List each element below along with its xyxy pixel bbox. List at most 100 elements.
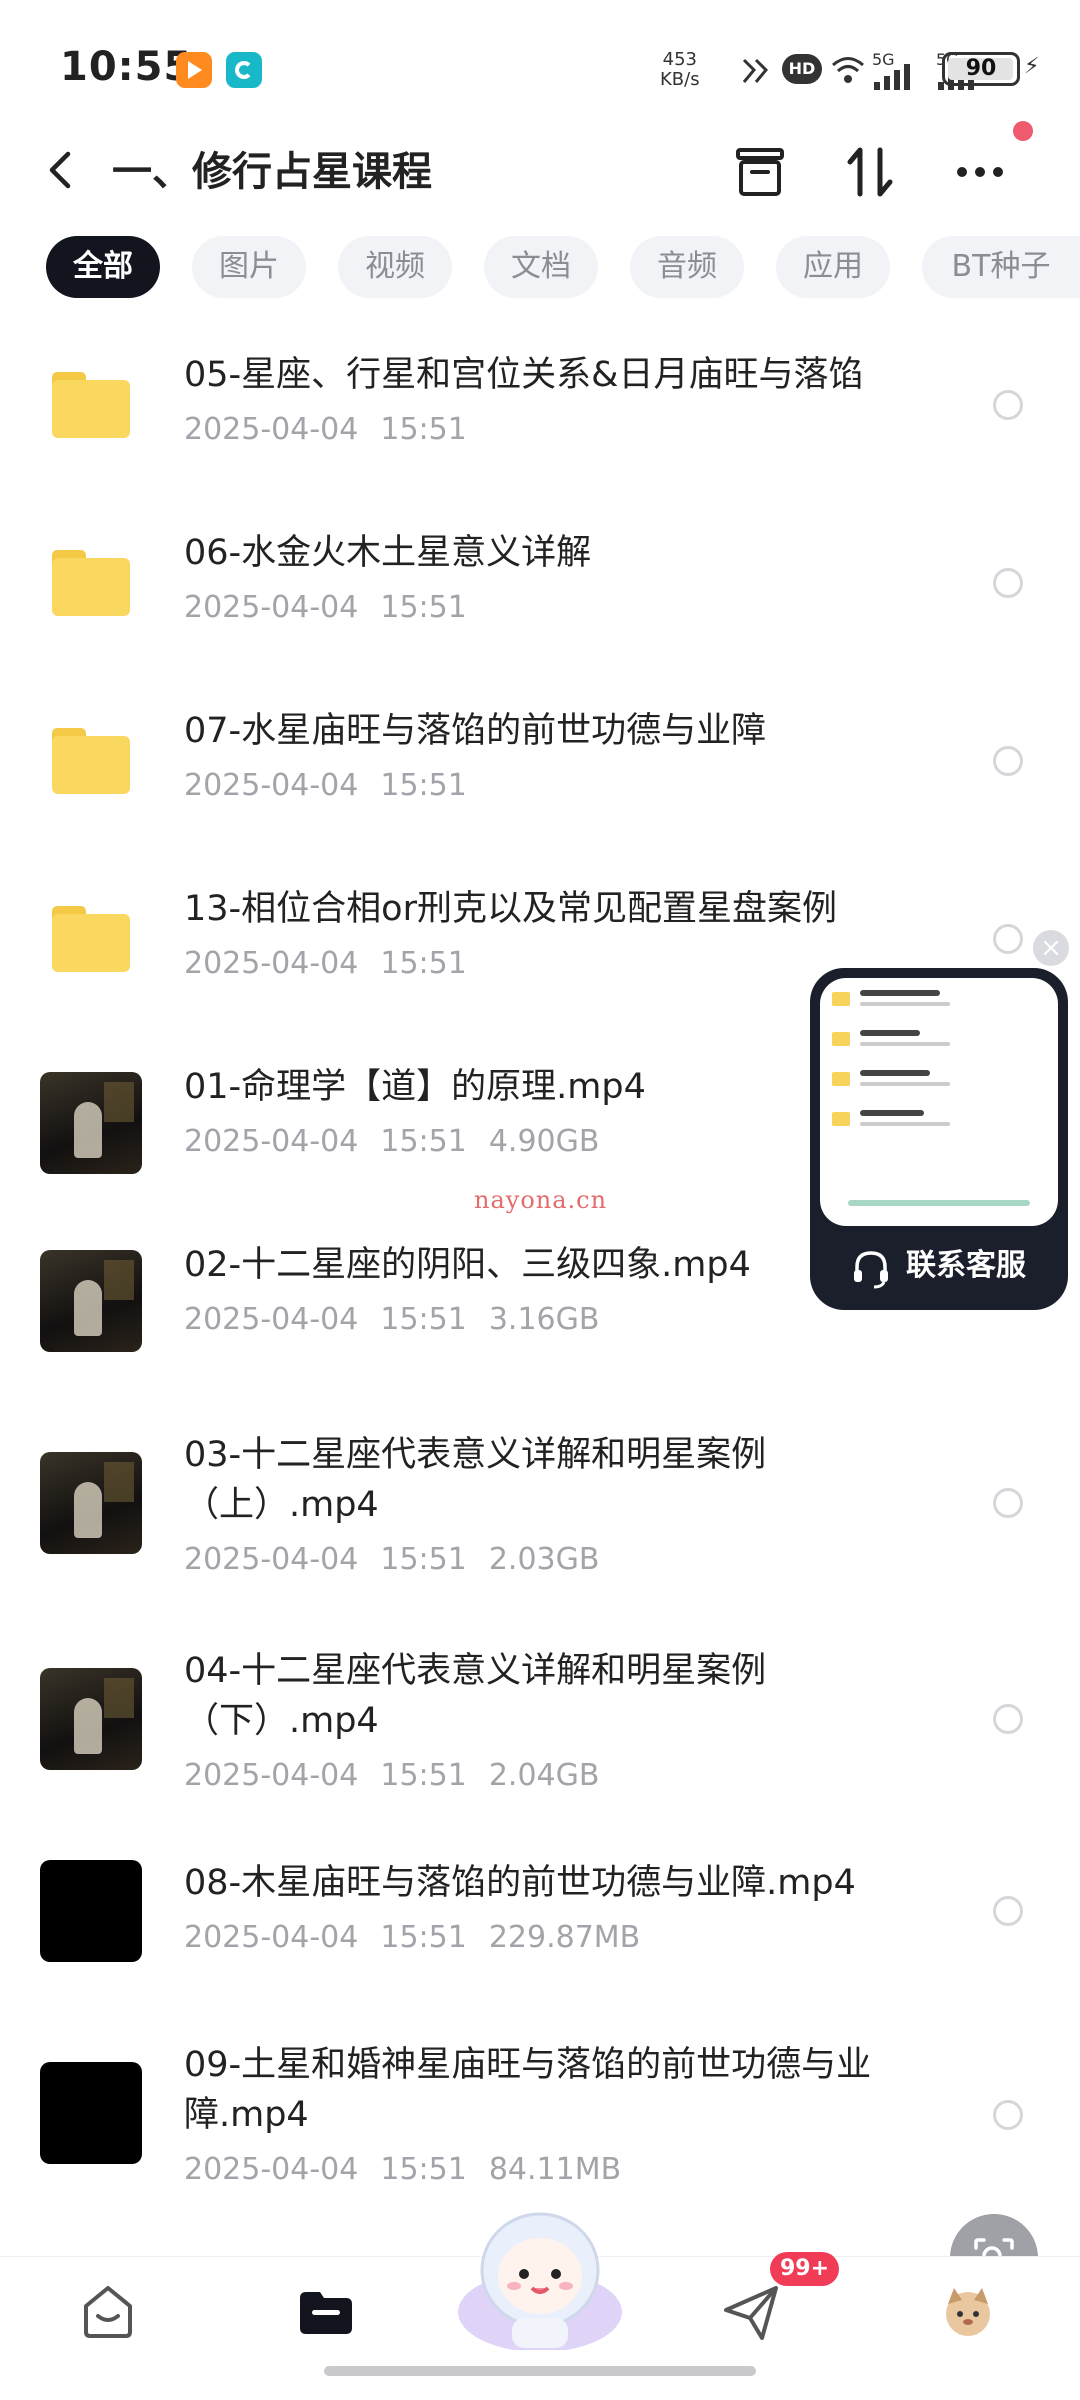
customer-service-widget[interactable]: 联系客服 xyxy=(810,968,1068,1310)
folder-icon xyxy=(52,728,130,794)
video-thumbnail xyxy=(40,2062,142,2164)
tab-documents[interactable]: 文档 xyxy=(484,236,598,298)
video-thumbnail xyxy=(40,1452,142,1554)
file-time: 15:51 xyxy=(380,768,467,803)
message-badge: 99+ xyxy=(770,2252,840,2286)
select-radio[interactable] xyxy=(993,390,1023,420)
net-speed: 453 KB/s xyxy=(660,50,700,90)
hd-icon: HD xyxy=(782,54,822,84)
file-time: 15:51 xyxy=(380,412,467,447)
file-date: 2025-04-04 xyxy=(184,412,359,447)
list-item[interactable]: 08-木星庙旺与落馅的前世功德与业障.mp4 2025-04-04 15:51 22… xyxy=(0,1840,1080,2030)
file-name: 06-水金火木土星意义详解 xyxy=(184,533,592,573)
headset-icon xyxy=(854,1251,888,1289)
file-date: 2025-04-04 xyxy=(184,768,359,803)
file-meta: 2025-04-04 15:51 2.04GB xyxy=(184,1756,621,1796)
tab-all[interactable]: 全部 xyxy=(46,236,160,298)
file-meta: 2025-04-04 15:51 4.90GB xyxy=(184,1122,621,1162)
video-thumbnail xyxy=(40,1860,142,1962)
file-name: 09-土星和婚神星庙旺与落馅的前世功德与业障.mp4 xyxy=(184,2045,872,2135)
file-name: 03-十二星座代表意义详解和明星案例（上）.mp4 xyxy=(184,1435,767,1525)
file-time: 15:51 xyxy=(380,590,467,625)
folder-icon xyxy=(52,372,130,438)
file-meta: 2025-04-04 15:51 2.03GB xyxy=(184,1540,621,1580)
file-meta: 2025-04-04 15:51 xyxy=(184,588,489,628)
file-date: 2025-04-04 xyxy=(184,946,359,981)
select-radio[interactable] xyxy=(993,568,1023,598)
nfc-icon xyxy=(742,58,769,83)
file-meta: 2025-04-04 15:51 xyxy=(184,766,489,806)
select-radio[interactable] xyxy=(993,1488,1023,1518)
video-thumbnail xyxy=(40,1668,142,1770)
signal-bars-1-icon xyxy=(874,64,910,90)
file-name: 04-十二星座代表意义详解和明星案例（下）.mp4 xyxy=(184,1651,767,1741)
video-app-icon xyxy=(176,52,212,88)
select-radio[interactable] xyxy=(993,1896,1023,1926)
notification-dot xyxy=(1013,121,1033,141)
tab-images[interactable]: 图片 xyxy=(192,236,306,298)
tab-bt-torrents[interactable]: BT种子 xyxy=(922,236,1080,298)
page-title: 一、修行占星课程 xyxy=(112,149,432,195)
folder-icon xyxy=(52,550,130,616)
file-date: 2025-04-04 xyxy=(184,590,359,625)
file-time: 15:51 xyxy=(380,1920,467,1955)
select-radio[interactable] xyxy=(993,2100,1023,2130)
back-icon[interactable] xyxy=(40,148,84,192)
home-icon[interactable] xyxy=(72,2276,144,2348)
tab-apps[interactable]: 应用 xyxy=(776,236,890,298)
wifi-icon xyxy=(832,57,864,83)
file-time: 15:51 xyxy=(380,1302,467,1337)
net-speed-value: 453 xyxy=(662,49,697,70)
tab-videos[interactable]: 视频 xyxy=(338,236,452,298)
file-size: 2.04GB xyxy=(488,1758,600,1793)
charging-icon: ⚡ xyxy=(1024,54,1040,79)
folder-icon xyxy=(52,906,130,972)
list-item[interactable]: 04-十二星座代表意义详解和明星案例（下）.mp4 2025-04-04 15:5… xyxy=(0,1624,1080,1840)
battery-level: 90 xyxy=(965,56,997,81)
file-meta: 2025-04-04 15:51 xyxy=(184,410,489,450)
file-size: 229.87MB xyxy=(488,1920,641,1955)
file-size: 3.16GB xyxy=(488,1302,600,1337)
file-time: 15:51 xyxy=(380,1542,467,1577)
file-time: 15:51 xyxy=(380,1758,467,1793)
video-thumbnail xyxy=(40,1250,142,1352)
avatar[interactable] xyxy=(932,2276,1004,2348)
page: 10:55 453 KB/s HD 5G 5G 90 ⚡ 一、修行占星课程 全部… xyxy=(0,0,1080,2400)
sort-icon[interactable] xyxy=(838,140,902,204)
list-item[interactable]: 03-十二星座代表意义详解和明星案例（上）.mp4 2025-04-04 15:5… xyxy=(0,1408,1080,1624)
file-time: 15:51 xyxy=(380,2152,467,2187)
list-item[interactable]: 07-水星庙旺与落馅的前世功德与业障 2025-04-04 15:51 xyxy=(0,696,1080,874)
file-name: 13-相位合相or刑克以及常见配置星盘案例 xyxy=(184,889,837,929)
list-item[interactable]: 06-水金火木土星意义详解 2025-04-04 15:51 xyxy=(0,518,1080,696)
file-name: 07-水星庙旺与落馅的前世功德与业障 xyxy=(184,711,767,751)
file-date: 2025-04-04 xyxy=(184,1302,359,1337)
archive-icon[interactable] xyxy=(728,140,792,204)
select-radio[interactable] xyxy=(993,1704,1023,1734)
folder-icon[interactable] xyxy=(290,2276,362,2348)
select-radio[interactable] xyxy=(993,746,1023,776)
file-meta: 2025-04-04 15:51 229.87MB xyxy=(184,1918,662,1958)
chat-preview xyxy=(820,978,1058,1226)
send-icon[interactable] xyxy=(716,2276,788,2348)
file-size: 84.11MB xyxy=(488,2152,622,2187)
file-meta: 2025-04-04 15:51 xyxy=(184,944,489,984)
file-date: 2025-04-04 xyxy=(184,1758,359,1793)
file-date: 2025-04-04 xyxy=(184,1542,359,1577)
file-size: 4.90GB xyxy=(488,1124,600,1159)
tab-audio[interactable]: 音频 xyxy=(630,236,744,298)
file-date: 2025-04-04 xyxy=(184,1920,359,1955)
list-item[interactable]: 05-星座、行星和宫位关系&日月庙旺与落馅 2025-04-04 15:51 xyxy=(0,340,1080,518)
file-name: 05-星座、行星和宫位关系&日月庙旺与落馅 xyxy=(184,355,864,395)
browser-app-icon xyxy=(226,52,262,88)
net-speed-unit: KB/s xyxy=(660,69,700,90)
mascot-icon[interactable] xyxy=(450,2200,630,2350)
close-icon[interactable]: × xyxy=(1033,930,1069,966)
file-size: 2.03GB xyxy=(488,1542,600,1577)
file-time: 15:51 xyxy=(380,946,467,981)
more-icon[interactable] xyxy=(948,140,1012,204)
file-date: 2025-04-04 xyxy=(184,1124,359,1159)
select-radio[interactable] xyxy=(993,924,1023,954)
home-indicator xyxy=(324,2366,756,2376)
video-thumbnail xyxy=(40,1072,142,1174)
file-time: 15:51 xyxy=(380,1124,467,1159)
